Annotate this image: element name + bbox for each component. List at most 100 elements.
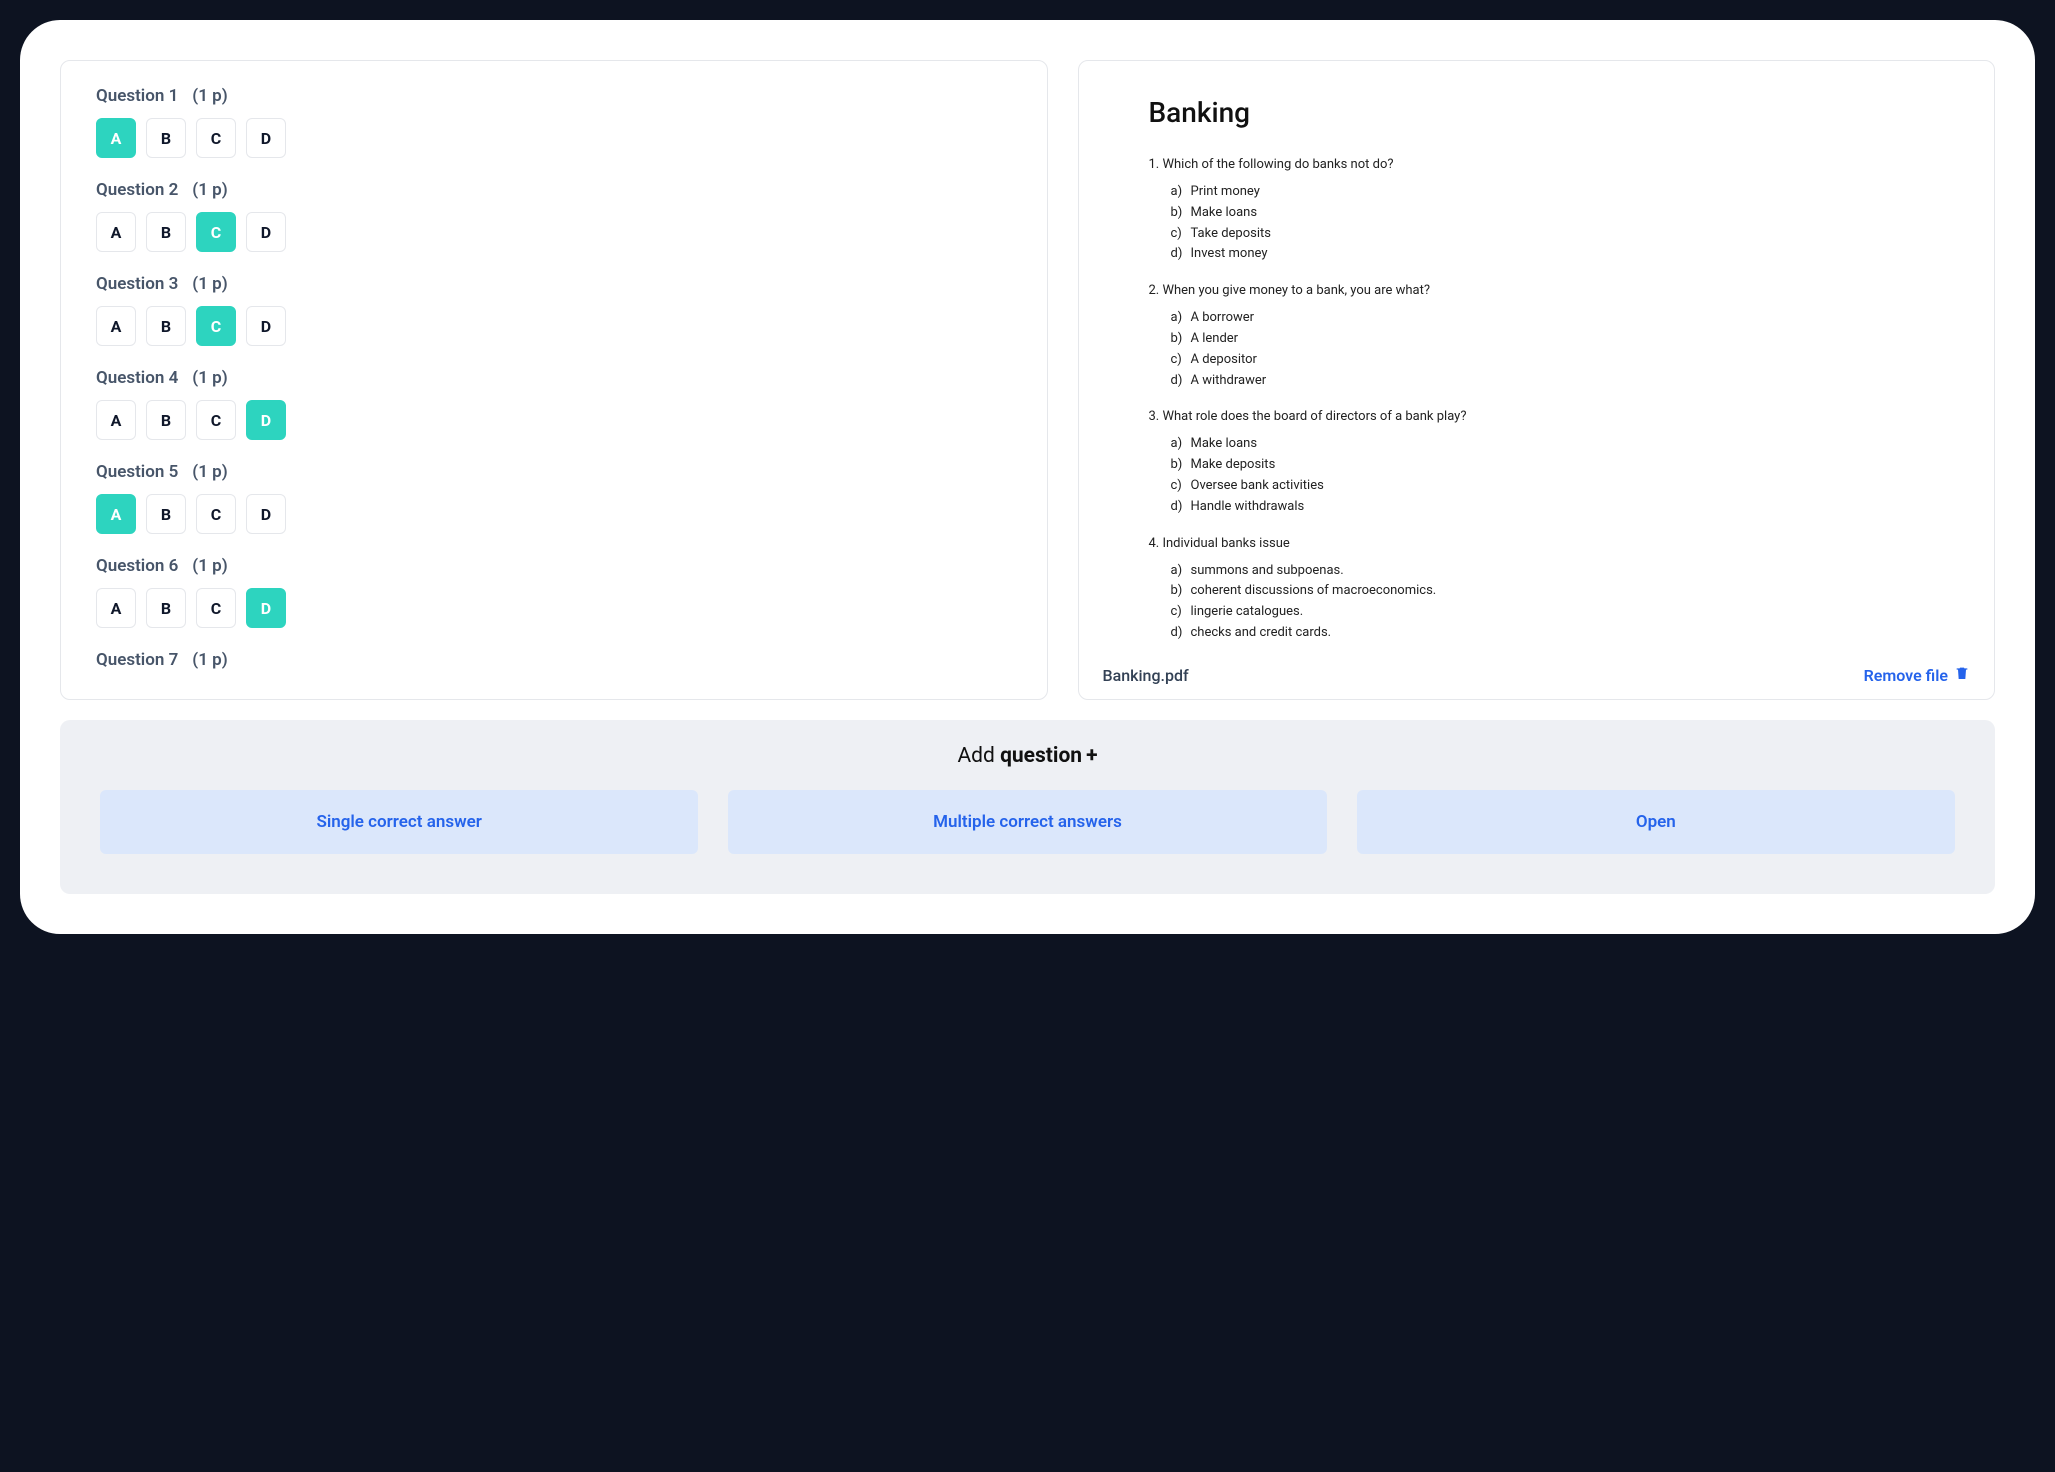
doc-option: b)Make loans xyxy=(1171,203,1925,224)
doc-option-letter: b) xyxy=(1171,203,1191,224)
answer-option-b[interactable]: B xyxy=(146,588,186,628)
question-type-button[interactable]: Multiple correct answers xyxy=(728,790,1326,854)
doc-option-letter: a) xyxy=(1171,182,1191,203)
doc-option-letter: c) xyxy=(1171,602,1191,623)
question-points: (1 p) xyxy=(192,368,227,388)
answer-row: ABCD xyxy=(96,118,997,158)
question-header: Question 2 (1 p) xyxy=(96,180,997,200)
doc-option-text: A depositor xyxy=(1191,352,1257,367)
question-label: Question 6 xyxy=(96,556,178,576)
answer-option-c[interactable]: C xyxy=(196,306,236,346)
answer-option-b[interactable]: B xyxy=(146,494,186,534)
question-header: Question 3(1 p) xyxy=(96,274,997,294)
question-points: (1 p) xyxy=(192,462,227,482)
document-panel: Banking 1. Which of the following do ban… xyxy=(1078,60,1996,700)
doc-option-text: A borrower xyxy=(1191,310,1255,325)
doc-options: a)Print moneyb)Make loansc)Take deposits… xyxy=(1149,182,1925,265)
doc-option-letter: c) xyxy=(1171,224,1191,245)
question-block: Question 3(1 p) ABCD xyxy=(96,274,997,346)
doc-option-letter: d) xyxy=(1171,623,1191,644)
doc-option-text: Handle withdrawals xyxy=(1191,499,1305,514)
doc-option-letter: c) xyxy=(1171,476,1191,497)
add-question-title: Add question+ xyxy=(100,744,1955,768)
answer-option-a[interactable]: A xyxy=(96,212,136,252)
answer-option-b[interactable]: B xyxy=(146,400,186,440)
answer-option-c[interactable]: C xyxy=(196,494,236,534)
answer-key-scroll[interactable]: Question 1(1 p)ABCDQuestion 2(1 p)ABCDQu… xyxy=(96,86,1012,674)
doc-option-text: Make deposits xyxy=(1191,457,1276,472)
doc-question: 3. What role does the board of directors… xyxy=(1149,409,1925,424)
question-label: Question 2 xyxy=(96,180,178,200)
answer-option-c[interactable]: C xyxy=(196,118,236,158)
answer-option-b[interactable]: B xyxy=(146,306,186,346)
doc-option-letter: c) xyxy=(1171,350,1191,371)
question-header: Question 4 (1 p) xyxy=(96,368,997,388)
doc-option: a)Print money xyxy=(1171,182,1925,203)
answer-option-d[interactable]: D xyxy=(246,118,286,158)
question-block: Question 7(1 p)ABCD xyxy=(96,650,997,674)
doc-option: b)coherent discussions of macroeconomics… xyxy=(1171,581,1925,602)
doc-option: d)checks and credit cards. xyxy=(1171,623,1925,644)
document-footer: Banking.pdf Remove file xyxy=(1079,650,1995,699)
doc-option: c)Take deposits xyxy=(1171,224,1925,245)
doc-option: a)A borrower xyxy=(1171,308,1925,329)
question-header: Question 6(1 p) xyxy=(96,556,997,576)
document-scroll[interactable]: Banking 1. Which of the following do ban… xyxy=(1079,61,1995,650)
document-title: Banking xyxy=(1149,96,1925,129)
question-header: Question 7(1 p) xyxy=(96,650,997,670)
answer-row: ABCD xyxy=(96,306,997,346)
answer-option-d[interactable]: D xyxy=(246,306,286,346)
doc-option: d)A withdrawer xyxy=(1171,371,1925,392)
question-block: Question 1 (1 p) ABCD xyxy=(96,86,997,158)
answer-row: ABCD xyxy=(96,588,997,628)
question-type-button[interactable]: Open xyxy=(1357,790,1955,854)
app-frame: Question 1(1 p)ABCDQuestion 2(1 p)ABCDQu… xyxy=(20,20,2035,934)
doc-option: a)Make loans xyxy=(1171,434,1925,455)
answer-option-a[interactable]: A xyxy=(96,588,136,628)
doc-option-text: A withdrawer xyxy=(1191,373,1267,388)
doc-option-letter: d) xyxy=(1171,371,1191,392)
answer-option-a[interactable]: A xyxy=(96,118,136,158)
doc-option: b)Make deposits xyxy=(1171,455,1925,476)
doc-option: b)A lender xyxy=(1171,329,1925,350)
answer-option-a[interactable]: A xyxy=(96,400,136,440)
answer-option-d[interactable]: D xyxy=(246,212,286,252)
answer-option-d[interactable]: D xyxy=(246,400,286,440)
answer-option-d[interactable]: D xyxy=(246,588,286,628)
question-label: Question 4 xyxy=(96,368,178,388)
question-header: Question 1 (1 p) xyxy=(96,86,997,106)
question-label: Question 5 xyxy=(96,462,178,482)
top-row: Question 1(1 p)ABCDQuestion 2(1 p)ABCDQu… xyxy=(60,60,1995,700)
question-label: Question 1 xyxy=(96,86,178,106)
doc-option-text: Oversee bank activities xyxy=(1191,478,1324,493)
answer-option-c[interactable]: C xyxy=(196,212,236,252)
answer-option-d[interactable]: D xyxy=(246,494,286,534)
doc-option-letter: b) xyxy=(1171,581,1191,602)
doc-option-letter: b) xyxy=(1171,329,1191,350)
answer-option-c[interactable]: C xyxy=(196,400,236,440)
question-label: Question 3 xyxy=(96,274,178,294)
doc-option-text: coherent discussions of macroeconomics. xyxy=(1191,583,1437,598)
doc-option-text: Take deposits xyxy=(1191,226,1271,241)
remove-file-button[interactable]: Remove file xyxy=(1864,665,1970,685)
doc-option-text: Print money xyxy=(1191,184,1260,199)
doc-option-text: Invest money xyxy=(1191,246,1268,261)
question-type-button[interactable]: Single correct answer xyxy=(100,790,698,854)
question-type-row: Single correct answer Multiple correct an… xyxy=(100,790,1955,854)
doc-options: a)summons and subpoenas.b)coherent discu… xyxy=(1149,561,1925,644)
answer-row: ABCD xyxy=(96,400,997,440)
doc-option: c)A depositor xyxy=(1171,350,1925,371)
answer-option-a[interactable]: A xyxy=(96,306,136,346)
doc-option-text: checks and credit cards. xyxy=(1191,625,1332,640)
question-points: (1 p) xyxy=(192,180,227,200)
answer-option-a[interactable]: A xyxy=(96,494,136,534)
doc-option-text: A lender xyxy=(1191,331,1239,346)
doc-option-letter: a) xyxy=(1171,561,1191,582)
answer-option-b[interactable]: B xyxy=(146,118,186,158)
answer-option-b[interactable]: B xyxy=(146,212,186,252)
question-points: (1 p) xyxy=(192,86,227,106)
question-block: Question 5 (1 p) ABCD xyxy=(96,462,997,534)
answer-option-c[interactable]: C xyxy=(196,588,236,628)
doc-option: d)Handle withdrawals xyxy=(1171,497,1925,518)
question-header: Question 5 (1 p) xyxy=(96,462,997,482)
